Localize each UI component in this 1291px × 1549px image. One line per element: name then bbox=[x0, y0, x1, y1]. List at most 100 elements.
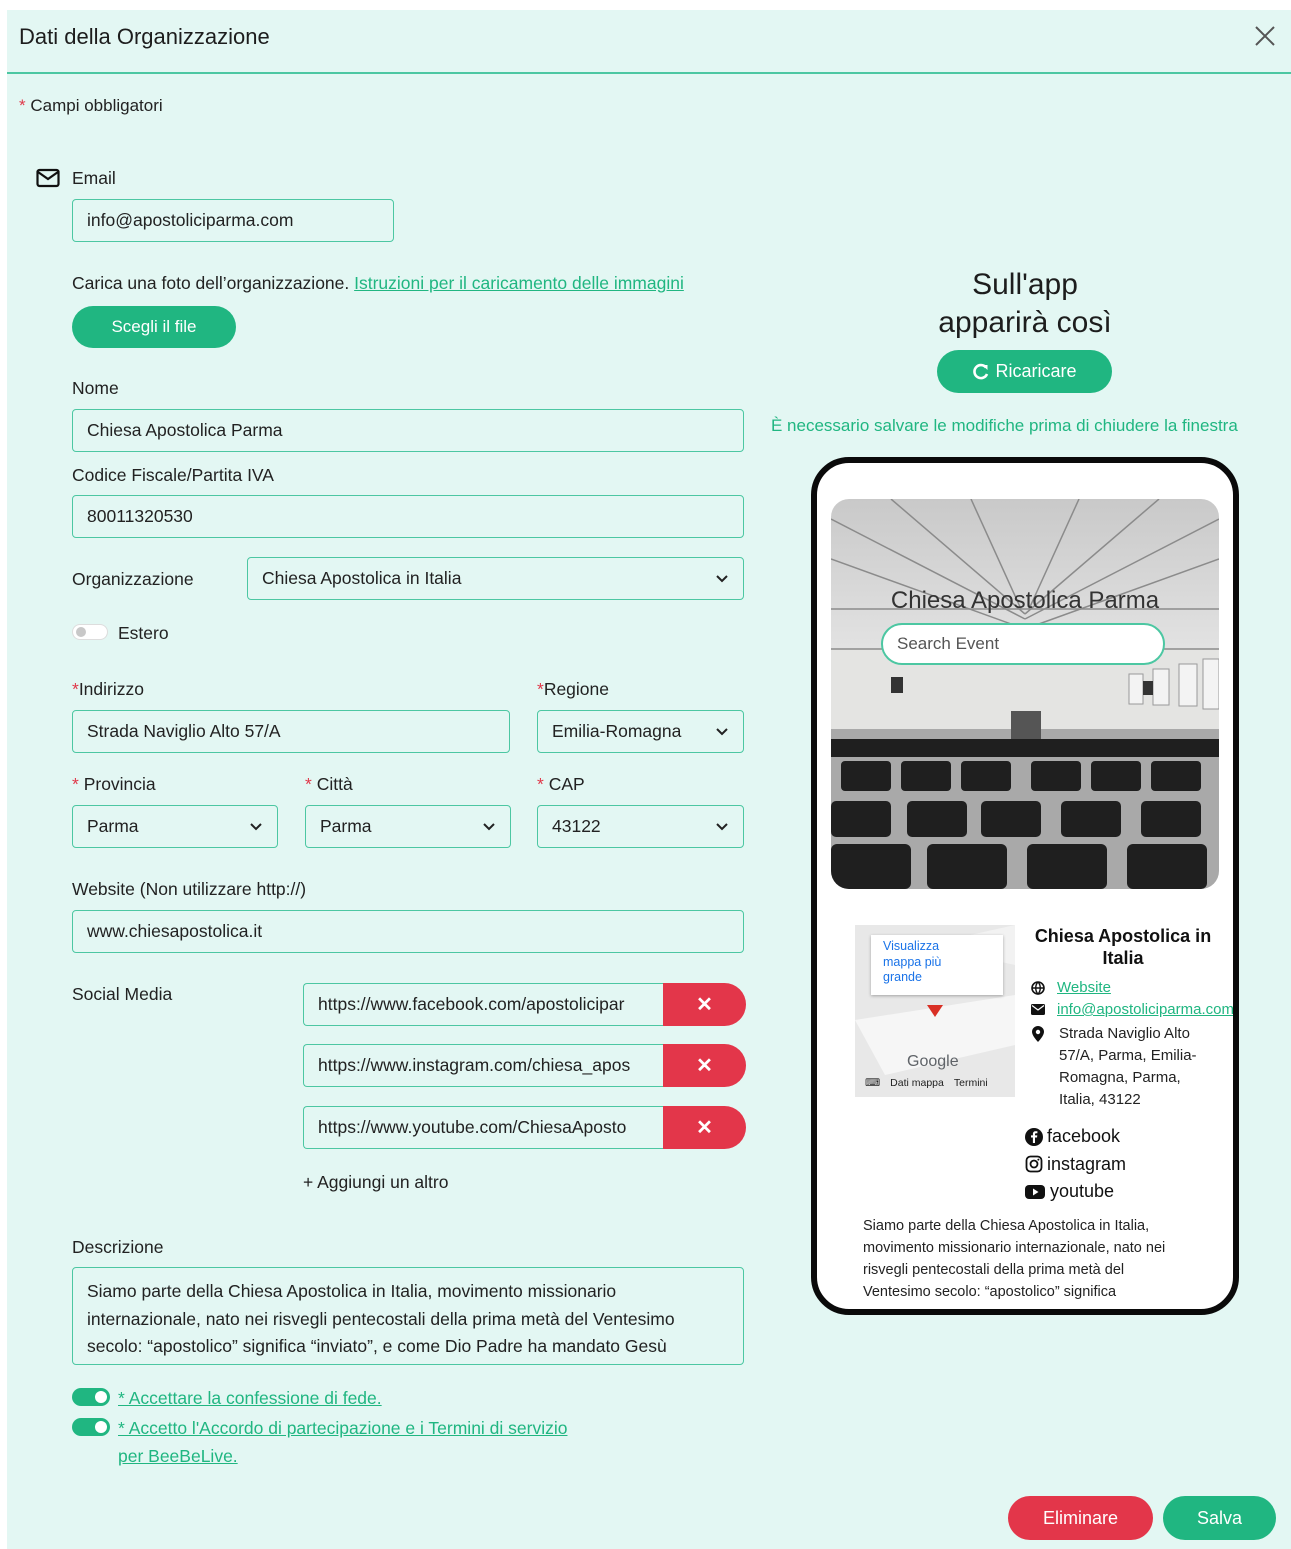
envelope-icon bbox=[1031, 1004, 1045, 1015]
map-embed[interactable]: Visualizza mappa più grande Google ⌨ Dat… bbox=[855, 925, 1015, 1097]
address-row: Strada Naviglio Alto 57/A, Parma, Emilia… bbox=[1027, 1023, 1197, 1111]
terms-toggle[interactable] bbox=[72, 1418, 110, 1436]
chevron-down-icon bbox=[483, 823, 495, 831]
toggle-knob bbox=[95, 1421, 107, 1433]
province-select[interactable]: Parma bbox=[72, 805, 278, 848]
hero-title: Chiesa Apostolica Parma bbox=[890, 587, 1160, 614]
save-button[interactable]: Salva bbox=[1163, 1496, 1276, 1540]
region-select[interactable]: Emilia-Romagna bbox=[537, 710, 744, 753]
region-select-value: Emilia-Romagna bbox=[552, 721, 682, 741]
instagram-link[interactable]: instagram bbox=[1025, 1151, 1126, 1179]
toggle-knob bbox=[95, 1391, 107, 1403]
church-hall-image bbox=[831, 499, 1219, 889]
google-logo: Google bbox=[907, 1053, 959, 1070]
modal-title: Dati della Organizzazione bbox=[19, 24, 270, 49]
address-line: Strada Naviglio Alto bbox=[1059, 1025, 1190, 1042]
chevron-down-icon bbox=[716, 728, 728, 736]
envelope-icon bbox=[36, 168, 60, 188]
required-note-text: Campi obbligatori bbox=[30, 96, 163, 115]
remove-social-button[interactable]: ✕ bbox=[663, 1106, 746, 1149]
website-input[interactable]: www.chiesapostolica.it bbox=[72, 910, 744, 953]
org-name-line: Chiesa Apostolica in bbox=[1034, 926, 1212, 946]
organization-select-value: Chiesa Apostolica in Italia bbox=[262, 568, 462, 588]
address-label-text: Indirizzo bbox=[78, 679, 144, 699]
close-icon[interactable] bbox=[1251, 22, 1279, 50]
modal-header: Dati della Organizzazione bbox=[7, 10, 1291, 74]
remove-social-button[interactable]: ✕ bbox=[663, 983, 746, 1026]
description-line: internazionale, nato nei risvegli pentec… bbox=[87, 1308, 675, 1329]
faith-confession-link[interactable]: * Accettare la confessione di fede. bbox=[118, 1388, 382, 1409]
region-label: *Regione bbox=[537, 679, 610, 699]
city-select-value: Parma bbox=[320, 816, 372, 836]
preview-title-line: Sull'app bbox=[972, 268, 1078, 301]
tax-code-input[interactable]: 80011320530 bbox=[72, 495, 744, 538]
cap-label: * CAP bbox=[537, 774, 585, 794]
map-link-line: Visualizza bbox=[883, 939, 940, 953]
add-social-button[interactable]: + Aggiungi un altro bbox=[303, 1172, 448, 1193]
organization-select[interactable]: Chiesa Apostolica in Italia bbox=[247, 557, 744, 600]
cap-label-text: CAP bbox=[548, 774, 585, 794]
org-name: Chiesa Apostolica in Italia bbox=[1023, 925, 1223, 969]
youtube-link[interactable]: youtube bbox=[1025, 1178, 1126, 1206]
description-line: Siamo parte della Chiesa Apostolica in I… bbox=[87, 1281, 617, 1301]
map-data-label[interactable]: Dati mappa bbox=[890, 1077, 944, 1089]
reload-button[interactable]: Ricaricare bbox=[937, 350, 1112, 393]
keyboard-icon[interactable]: ⌨ bbox=[865, 1077, 880, 1089]
city-label-text: Città bbox=[316, 774, 353, 794]
website-link[interactable]: Website bbox=[1057, 979, 1111, 996]
description-line: secolo: “apostolico” significa “inviato”… bbox=[87, 1336, 667, 1356]
map-link-line: mappa più bbox=[883, 954, 942, 969]
email-input[interactable]: info@apostoliciparma.com bbox=[72, 199, 394, 242]
faith-confession-toggle[interactable] bbox=[72, 1388, 110, 1406]
address-input[interactable]: Strada Naviglio Alto 57/A bbox=[72, 710, 510, 753]
organization-modal: Dati della Organizzazione * Campi obblig… bbox=[7, 10, 1291, 1549]
facebook-link[interactable]: facebook bbox=[1025, 1123, 1126, 1151]
phone-preview: Chiesa Apostolica Parma Search Event Vis… bbox=[811, 457, 1239, 1315]
address-line: Romagna, Parma, bbox=[1059, 1069, 1181, 1086]
terms-link-continued[interactable]: per BeeBeLive. bbox=[118, 1446, 238, 1467]
required-note: * Campi obbligatori bbox=[19, 96, 163, 115]
terms-link[interactable]: * Accetto l'Accordo di partecipazione e … bbox=[118, 1418, 567, 1439]
social-link-input[interactable]: https://www.facebook.com/apostolicipar bbox=[303, 983, 665, 1026]
hero-image: Chiesa Apostolica Parma Search Event bbox=[831, 499, 1219, 889]
abroad-toggle[interactable] bbox=[72, 624, 108, 640]
preview-description-line: Ventesimo secolo: “apostolico” significa bbox=[863, 1284, 1117, 1300]
name-label: Nome bbox=[72, 378, 119, 398]
email-row: info@apostoliciparma.com bbox=[1027, 1001, 1233, 1018]
region-label-text: Regione bbox=[543, 679, 610, 699]
delete-button[interactable]: Eliminare bbox=[1008, 1496, 1153, 1540]
preview-title: Sull'app apparirà così bbox=[827, 266, 1223, 342]
map-terms-link[interactable]: Termini bbox=[954, 1077, 988, 1089]
province-label-text: Provincia bbox=[83, 774, 156, 794]
city-select[interactable]: Parma bbox=[305, 805, 511, 848]
preview-description-line: Siamo parte della Chiesa Apostolica in I… bbox=[863, 1218, 1150, 1234]
name-input[interactable]: Chiesa Apostolica Parma bbox=[72, 409, 744, 452]
social-link-input[interactable]: https://www.instagram.com/chiesa_apos bbox=[303, 1044, 665, 1087]
facebook-icon bbox=[1025, 1127, 1043, 1146]
social-link-input[interactable]: https://www.youtube.com/ChiesaAposto bbox=[303, 1106, 665, 1149]
event-search-input[interactable]: Search Event bbox=[881, 623, 1165, 665]
map-link-card[interactable]: Visualizza mappa più grande bbox=[871, 935, 1003, 995]
org-name-line: Italia bbox=[1102, 948, 1144, 968]
social-link-row: https://www.facebook.com/apostolicipar ✕ bbox=[303, 983, 746, 1026]
chevron-down-icon bbox=[716, 823, 728, 831]
email-label: Email bbox=[72, 168, 116, 188]
photo-upload-text: Carica una foto dell’organizzazione. Ist… bbox=[72, 273, 684, 294]
email-link[interactable]: info@apostoliciparma.com bbox=[1057, 1001, 1233, 1018]
organization-label: Organizzazione bbox=[72, 569, 194, 589]
address-line: Italia, 43122 bbox=[1059, 1091, 1141, 1108]
description-textarea[interactable]: Siamo parte della Chiesa Apostolica in I… bbox=[72, 1267, 744, 1365]
city-label: * Città bbox=[305, 774, 353, 794]
remove-social-button[interactable]: ✕ bbox=[663, 1044, 746, 1087]
description-label: Descrizione bbox=[72, 1237, 164, 1257]
province-select-value: Parma bbox=[87, 816, 139, 836]
address-text: Strada Naviglio Alto 57/A, Parma, Emilia… bbox=[1059, 1023, 1197, 1111]
cap-select[interactable]: 43122 bbox=[537, 805, 744, 848]
website-label: Website (Non utilizzare http://) bbox=[72, 879, 307, 899]
image-instructions-link[interactable]: Istruzioni per il caricamento delle imma… bbox=[354, 273, 684, 293]
toggle-knob bbox=[76, 627, 86, 637]
choose-file-button[interactable]: Scegli il file bbox=[72, 306, 236, 348]
